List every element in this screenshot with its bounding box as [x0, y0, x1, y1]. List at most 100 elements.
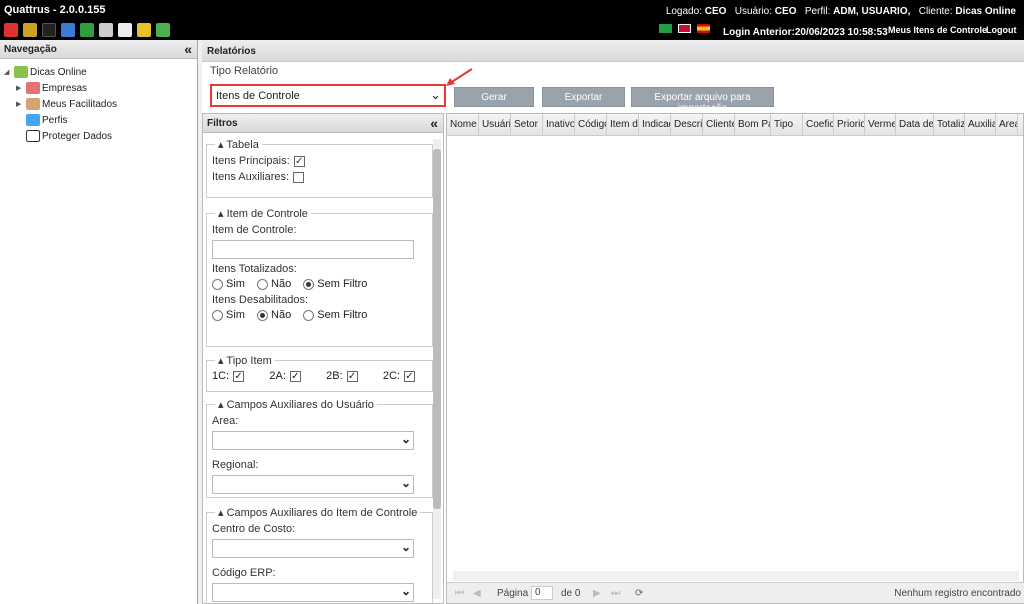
report-grid: Nome Usuário Setor Inativo Código Item d…: [446, 113, 1024, 604]
language-flags: [659, 24, 710, 33]
column-header[interactable]: Coefici: [803, 114, 834, 135]
item-controle-input[interactable]: [212, 240, 414, 259]
centro-custo-select[interactable]: ⌄: [212, 539, 414, 558]
desabilitados-nao-radio[interactable]: [257, 309, 269, 321]
expand-icon[interactable]: ▶: [16, 100, 24, 108]
chevron-down-icon: ⌄: [430, 87, 441, 102]
regional-select[interactable]: ⌄: [212, 475, 414, 494]
totalizados-sim-radio[interactable]: [212, 278, 223, 290]
column-header[interactable]: Totaliza: [934, 114, 965, 135]
grid-pager: ⏮ ◀ Página 0 de 0 ▶ ⏭ ⟳ Nenhum registro …: [447, 582, 1024, 603]
tabela-fieldset: ▴ Tabela Itens Principais: ✓ Itens Auxili…: [206, 138, 433, 198]
column-header[interactable]: Area: [996, 114, 1018, 135]
column-header[interactable]: Usuário: [479, 114, 511, 135]
filtros-scrollbar[interactable]: [433, 139, 441, 599]
shield-icon[interactable]: [137, 23, 151, 37]
tree-item-perfis[interactable]: Perfis: [4, 112, 193, 128]
tipo-1c-checkbox[interactable]: ✓: [233, 370, 245, 382]
collapse-icon[interactable]: ▴: [218, 208, 227, 220]
filtros-panel: Filtros « ▴ Tabela Itens Principais: ✓ It…: [202, 113, 444, 604]
rocket-icon[interactable]: [4, 23, 18, 37]
user-icon: [26, 98, 40, 110]
meus-itens-link[interactable]: Meus Itens de Controle: [888, 25, 987, 35]
column-header[interactable]: Indicad: [639, 114, 671, 135]
expand-icon[interactable]: ◢: [4, 68, 12, 76]
expand-icon[interactable]: ▶: [16, 84, 24, 92]
grid-header: Nome Usuário Setor Inativo Código Item d…: [447, 114, 1023, 136]
column-header[interactable]: Tipo: [771, 114, 803, 135]
column-header[interactable]: Código: [575, 114, 607, 135]
export-icon[interactable]: [80, 23, 94, 37]
column-header[interactable]: Data de: [896, 114, 934, 135]
refresh-icon[interactable]: ⟳: [635, 588, 643, 599]
users-icon[interactable]: [23, 23, 37, 37]
tipo-relatorio-label: Tipo Relatório: [210, 65, 279, 77]
exportar-arquivo-button[interactable]: Exportar arquivo para importação: [631, 87, 774, 114]
flag-uk-icon[interactable]: [678, 24, 691, 33]
exportar-button[interactable]: Exportar: [542, 87, 625, 107]
desabilitados-sim-radio[interactable]: [212, 309, 223, 321]
column-header[interactable]: Item de: [607, 114, 639, 135]
column-header[interactable]: Setor: [511, 114, 543, 135]
tipo-relatorio-select[interactable]: Itens de Controle ⌄: [210, 84, 446, 107]
itens-principais-checkbox[interactable]: ✓: [293, 155, 305, 167]
desabilitados-radio-group: Sim Não Sem Filtro: [212, 309, 427, 321]
next-page-icon[interactable]: ▶: [593, 588, 601, 599]
chevron-down-icon: ⌄: [400, 432, 411, 446]
collapse-nav-button[interactable]: «: [184, 41, 192, 57]
tipo-2b-checkbox[interactable]: ✓: [346, 370, 358, 382]
column-header[interactable]: Inativo: [543, 114, 575, 135]
tipo-item-fieldset: ▴ Tipo Item 1C: ✓ 2A: ✓ 2B: ✓ 2C: ✓: [206, 354, 433, 392]
filtros-header: Filtros «: [203, 114, 443, 133]
column-header[interactable]: Bom Pa: [735, 114, 771, 135]
column-header[interactable]: Nome: [447, 114, 479, 135]
flag-brazil-icon[interactable]: [659, 24, 672, 33]
tree-item-proteger-dados[interactable]: Proteger Dados: [4, 128, 193, 144]
column-header[interactable]: Vermel: [865, 114, 896, 135]
printer-icon[interactable]: [99, 23, 113, 37]
last-page-icon[interactable]: ⏭: [611, 588, 620, 599]
chevron-down-icon: ⌄: [400, 540, 411, 554]
desabilitados-sem-filtro-radio[interactable]: [303, 309, 315, 321]
column-header[interactable]: Descriç: [671, 114, 703, 135]
page-title: Relatórios: [202, 40, 1024, 62]
totalizados-nao-radio[interactable]: [257, 278, 269, 290]
column-header[interactable]: Cliente: [703, 114, 735, 135]
calendar-icon[interactable]: [42, 23, 56, 37]
area-select[interactable]: ⌄: [212, 431, 414, 450]
top-bar: Quattrus - 2.0.0.155 Logado: CEO Usuário…: [0, 0, 1024, 40]
gerar-button[interactable]: Gerar: [454, 87, 534, 107]
collapse-icon[interactable]: ▴: [218, 507, 227, 519]
chart-icon[interactable]: [156, 23, 170, 37]
red-arrow-annotation: [446, 68, 473, 86]
grid-horizontal-scrollbar[interactable]: [453, 571, 1019, 581]
nav-tree: ◢ Dicas Online ▶ Empresas ▶ Meus Facilit…: [0, 59, 197, 149]
aux-item-fieldset: ▴ Campos Auxiliares do Item de Controle …: [206, 506, 433, 603]
main-panel: Relatórios Tipo Relatório Itens de Contr…: [202, 40, 1024, 604]
rocket-icon: [26, 82, 40, 94]
book-icon[interactable]: [118, 23, 132, 37]
prev-page-icon[interactable]: ◀: [473, 588, 481, 599]
first-page-icon[interactable]: ⏮: [455, 588, 464, 599]
itens-auxiliares-checkbox[interactable]: [293, 171, 305, 183]
report-icon[interactable]: [61, 23, 75, 37]
tree-item-meus-facilitados[interactable]: ▶ Meus Facilitados: [4, 96, 193, 112]
login-anterior: Login Anterior:20/06/2023 10:58:53: [723, 27, 888, 38]
chevron-down-icon: ⌄: [400, 476, 411, 490]
tree-item-dicas-online[interactable]: ◢ Dicas Online: [4, 64, 193, 80]
codigo-erp-select[interactable]: ⌄: [212, 583, 414, 602]
page-input[interactable]: 0: [531, 586, 553, 600]
column-header[interactable]: Priorida: [834, 114, 865, 135]
empty-message: Nenhum registro encontrado: [894, 588, 1021, 599]
collapse-icon[interactable]: ▴: [218, 399, 227, 411]
tree-item-empresas[interactable]: ▶ Empresas: [4, 80, 193, 96]
collapse-filtros-button[interactable]: «: [430, 115, 438, 131]
user-info: Logado: CEO Usuário: CEO Perfil: ADM, US…: [665, 6, 1016, 17]
tipo-2c-checkbox[interactable]: ✓: [403, 370, 415, 382]
totalizados-sem-filtro-radio[interactable]: [303, 278, 315, 290]
column-header[interactable]: Auxiliar: [965, 114, 996, 135]
app-title: Quattrus - 2.0.0.155: [4, 4, 106, 16]
tipo-2a-checkbox[interactable]: ✓: [289, 370, 301, 382]
flag-spain-icon[interactable]: [697, 24, 710, 33]
logout-link[interactable]: Logout: [986, 25, 1017, 35]
